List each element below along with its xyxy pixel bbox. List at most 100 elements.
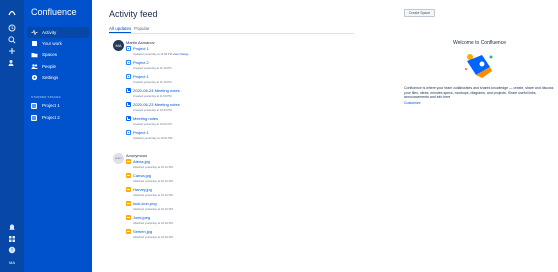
starred-spaces-heading: STARRED SPACES (31, 95, 61, 99)
activity-title[interactable]: Joek.jpeg (133, 215, 150, 220)
profile-avatar[interactable]: MA (6, 258, 18, 267)
list-item: Atena.jpg Attached yesterday at 10:14 PM (126, 159, 246, 170)
list-item: Project 1 Updated yesterday at 10:01 PM (126, 130, 246, 141)
page-icon (126, 60, 131, 65)
settings-icon (31, 74, 38, 81)
image-icon (126, 159, 131, 164)
sidebar-item-label: Spaces (42, 52, 58, 57)
activity-meta: Created yesterday at 11:00 PM (133, 94, 172, 98)
page-icon (126, 74, 131, 79)
sidebar-item-your-work[interactable]: Your work (27, 38, 89, 49)
activity-icon (31, 29, 38, 36)
global-rail: ? MA (0, 0, 24, 272)
help-icon[interactable]: ? (7, 245, 17, 255)
sidebar-item-label: Activity (42, 30, 57, 35)
sidebar-item-spaces[interactable]: Spaces (27, 49, 89, 60)
list-item: Semen.jpg Attached yesterday at 10:04 PM (126, 229, 246, 240)
tab-popular[interactable]: Popular (134, 26, 150, 32)
page-icon (126, 130, 131, 135)
your-work-icon (31, 40, 38, 47)
create-icon[interactable] (7, 46, 17, 56)
list-item: lock-icon.png Attached yesterday at 10:1… (126, 201, 246, 212)
create-space-button[interactable]: Create Space (404, 9, 435, 17)
list-item: Project 1 Created yesterday at 11:16 PM (126, 74, 246, 85)
people-icon (31, 63, 38, 70)
sidebar-item-settings[interactable]: Settings (27, 72, 89, 83)
activity-user-name: Anonymous (126, 153, 148, 158)
activity-title[interactable]: Harvey.jpg (133, 187, 152, 192)
atlassian-switcher-icon[interactable] (7, 7, 17, 17)
activity-title[interactable]: Canva.jpg (133, 173, 151, 178)
list-item: 2020-06-24 Meeting notes Created yesterd… (126, 88, 246, 99)
sidebar-space-project-1[interactable]: Project 1 (27, 101, 89, 111)
image-icon (126, 215, 131, 220)
space-icon (31, 115, 37, 121)
list-item: Joek.jpeg Attached yesterday at 10:04 PM (126, 215, 246, 226)
activity-meta: Attached yesterday at 10:04 PM (133, 221, 173, 225)
activity-title[interactable]: Meeting notes (133, 116, 158, 121)
image-icon (126, 229, 131, 234)
view-change-link[interactable]: view change (173, 52, 189, 56)
activity-title[interactable]: 2020-06-24 Meeting notes (133, 88, 180, 93)
avatar: anon (113, 153, 124, 164)
activity-title[interactable]: Semen.jpg (133, 229, 152, 234)
tabs-divider (109, 33, 354, 34)
activity-meta-text: Updated yesterday at 11:08 PM (133, 52, 173, 56)
activity-title[interactable]: Project 1 (133, 74, 149, 79)
activity-meta: Created yesterday at 11:16 PM (133, 66, 172, 70)
welcome-illustration (462, 51, 496, 79)
activity-meta: Attached yesterday at 10:14 PM (133, 165, 173, 169)
space-label: Project 2 (42, 115, 60, 120)
activity-title[interactable]: Atena.jpg (133, 159, 150, 164)
sidebar-space-project-2[interactable]: Project 2 (27, 113, 89, 123)
sidebar: Confluence Activity Your work Spaces Peo… (24, 0, 92, 272)
image-icon (126, 187, 131, 192)
people-icon[interactable] (7, 58, 17, 68)
activity-title[interactable]: Project 1 (133, 46, 149, 51)
image-icon (126, 201, 131, 206)
apps-icon[interactable] (7, 234, 17, 244)
brand-title[interactable]: Confluence (31, 7, 77, 17)
list-item: Project 2 Created yesterday at 11:16 PM (126, 60, 246, 71)
list-item: Harvey.jpg Attached yesterday at 10:14 P… (126, 187, 246, 198)
page-title: Activity feed (109, 9, 158, 19)
sidebar-item-activity[interactable]: Activity (27, 27, 89, 38)
page-icon (126, 46, 131, 51)
welcome-title: Welcome to Confluence (453, 40, 506, 46)
sidebar-item-people[interactable]: People (27, 61, 89, 72)
activity-user-name[interactable]: Martin Asmanov (126, 40, 155, 45)
customize-link[interactable]: Customize (404, 101, 421, 105)
sidebar-item-label: People (42, 64, 57, 69)
activity-meta: Attached yesterday at 10:04 PM (133, 235, 173, 239)
avatar[interactable]: MA (113, 40, 124, 51)
sidebar-item-label: Settings (42, 75, 59, 80)
activity-title[interactable]: Project 2 (133, 60, 149, 65)
activity-meta: Attached yesterday at 10:14 PM (133, 193, 173, 197)
meeting-notes-icon (126, 116, 131, 121)
meeting-notes-icon (126, 88, 131, 93)
image-icon (126, 173, 131, 178)
activity-meta: Attached yesterday at 10:14 PM (133, 179, 173, 183)
activity-title[interactable]: 2020-06-23 Meeting notes (133, 102, 180, 107)
list-item: Project 1 Updated yesterday at 11:08 PM … (126, 46, 246, 57)
activity-title[interactable]: lock-icon.png (133, 201, 157, 206)
activity-title[interactable]: Project 1 (133, 130, 149, 135)
confluence-app: ? MA Confluence Activity Your work Space… (0, 0, 558, 272)
meeting-notes-icon (126, 102, 131, 107)
list-item: Meeting notes Created yesterday at 10:02… (126, 116, 246, 127)
welcome-description: Confluence is where your team collaborat… (404, 86, 554, 99)
activity-meta: Updated yesterday at 11:08 PM view chang… (133, 52, 188, 56)
activity-meta: Created yesterday at 11:16 PM (133, 80, 172, 84)
search-icon[interactable] (7, 35, 17, 45)
list-item: Canva.jpg Attached yesterday at 10:14 PM (126, 173, 246, 184)
spaces-icon (31, 51, 38, 58)
sidebar-item-label: Your work (42, 41, 62, 46)
activity-meta: Attached yesterday at 10:10 PM (133, 207, 173, 211)
activity-meta: Created yesterday at 10:02 PM (133, 122, 172, 126)
list-item: 2020-06-23 Meeting notes Created yesterd… (126, 102, 246, 113)
tab-all-updates[interactable]: All updates (109, 26, 132, 33)
space-icon (31, 103, 37, 109)
activity-meta: Created yesterday at 10:20 PM (133, 108, 172, 112)
notifications-icon[interactable] (7, 222, 17, 232)
recent-icon[interactable] (7, 23, 17, 33)
